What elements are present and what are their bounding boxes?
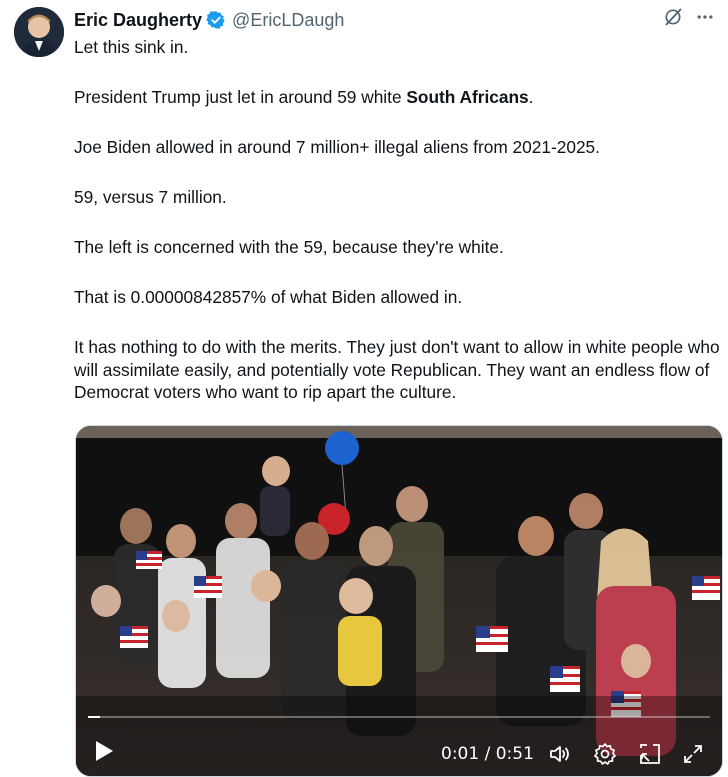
tweet-text-span: President Trump just let in around 59 wh…	[74, 87, 407, 107]
tweet-paragraph-3: Joe Biden allowed in around 7 million+ i…	[74, 137, 600, 157]
author-name[interactable]: Eric Daugherty	[74, 10, 202, 31]
video-time: 0:01 / 0:51	[441, 744, 534, 764]
verified-badge-icon	[206, 10, 226, 30]
video-progress-fill	[88, 716, 101, 718]
tweet-text-span: .	[528, 87, 534, 107]
tweet-paragraph-6: That is 0.00000842857% of what Biden all…	[74, 287, 463, 307]
video-frame	[76, 426, 722, 776]
avatar[interactable]	[14, 7, 64, 57]
more-icon[interactable]	[694, 6, 716, 28]
header-actions	[662, 6, 716, 28]
tweet-text: Let this sink in. President Trump just l…	[74, 36, 720, 431]
author-handle[interactable]: @EricLDaugh	[232, 10, 344, 31]
hashtag-bold-text: South Africans	[406, 87, 529, 107]
play-icon[interactable]	[94, 740, 114, 767]
tweet-paragraph-4: 59, versus 7 million.	[74, 187, 227, 207]
tweet-paragraph-7: It has nothing to do with the merits. Th…	[74, 337, 720, 402]
video-player[interactable]: 0:01 / 0:51	[75, 425, 723, 777]
tweet-paragraph-5: The left is concerned with the 59, becau…	[74, 237, 504, 257]
tweet-paragraph-2: President Trump just let in around 59 wh…	[74, 86, 720, 109]
video-progress-bar[interactable]	[88, 716, 710, 718]
tweet-header: Eric Daugherty @EricLDaugh	[74, 8, 728, 32]
tweet-paragraph-1: Let this sink in.	[74, 37, 189, 57]
video-controls: 0:01 / 0:51	[76, 726, 722, 776]
grok-icon[interactable]	[662, 6, 684, 28]
